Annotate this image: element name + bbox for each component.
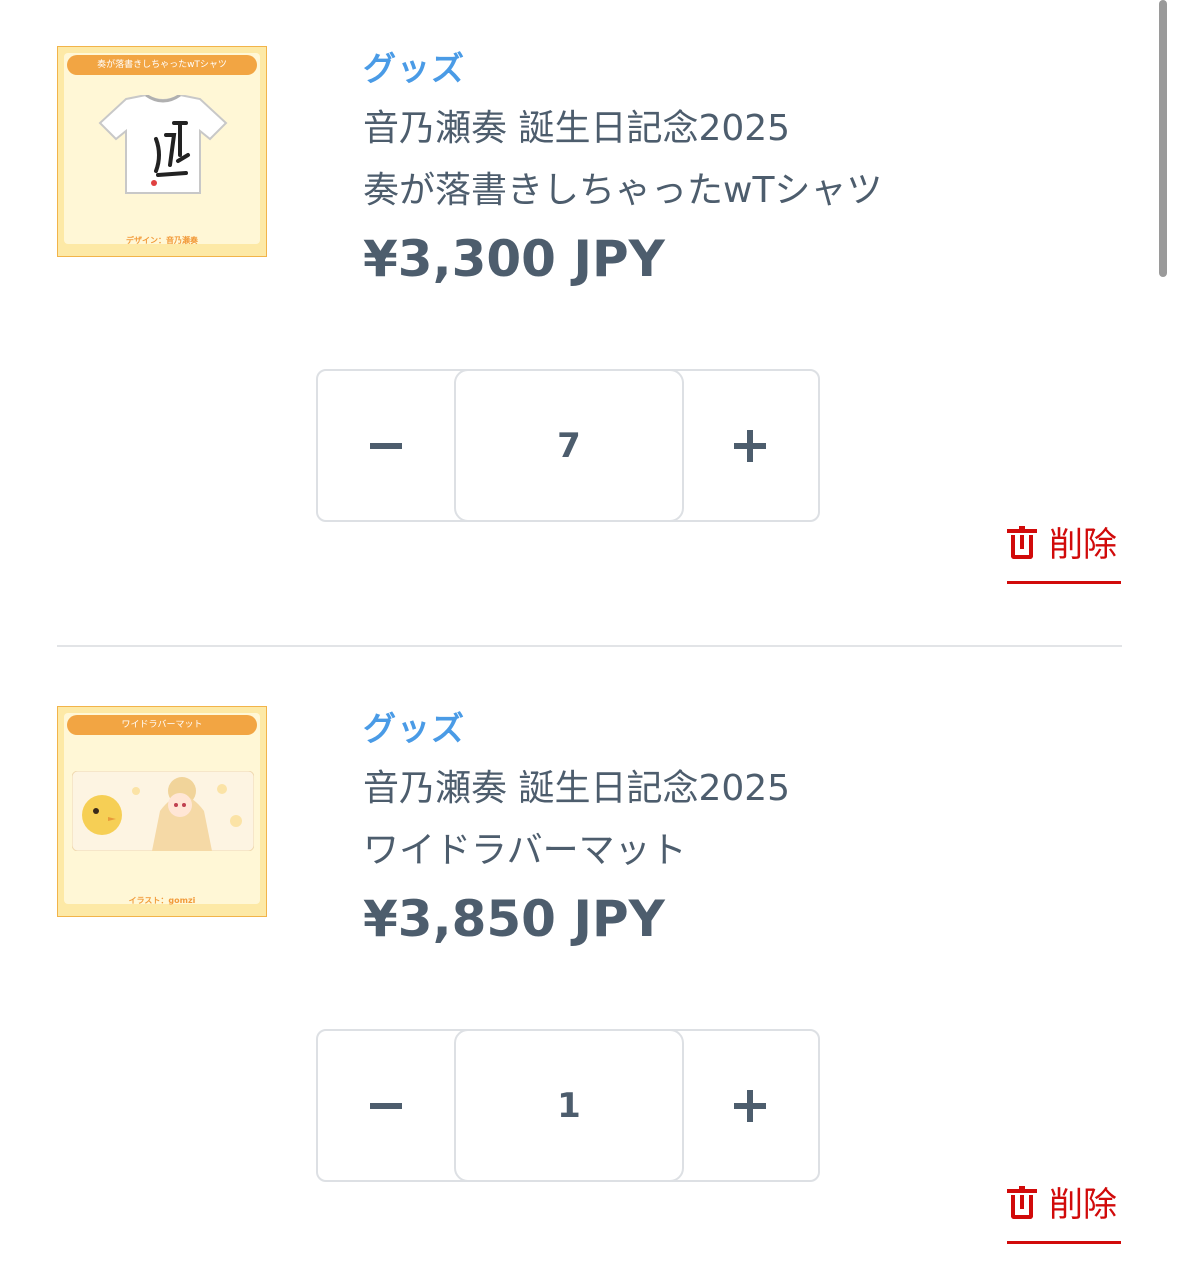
delete-label: 削除	[1049, 525, 1117, 565]
thumbnail-banner: ワイドラバーマット	[67, 715, 257, 735]
delete-button[interactable]: 削除	[1007, 523, 1121, 584]
delete-label: 削除	[1049, 1185, 1117, 1225]
thumbnail-caption: イラスト：gomzi	[128, 896, 196, 905]
product-thumbnail[interactable]: ワイドラバーマット イラスト：gomzi	[57, 706, 267, 917]
product-price: ¥3,850 JPY	[363, 890, 665, 948]
minus-icon	[370, 442, 402, 449]
product-title[interactable]: 音乃瀬奏 誕生日記念2025 ワイドラバーマット	[363, 758, 790, 882]
trash-icon	[1007, 526, 1037, 562]
decrease-quantity-button[interactable]	[318, 1031, 454, 1180]
product-title-line1: 音乃瀬奏 誕生日記念2025	[363, 108, 791, 149]
product-thumbnail[interactable]: 奏が落書きしちゃったwTシャツ デザイン：音乃瀬奏	[57, 46, 267, 257]
product-price: ¥3,300 JPY	[363, 230, 665, 288]
trash-icon	[1007, 1186, 1037, 1222]
product-title-line2: 奏が落書きしちゃったwTシャツ	[363, 170, 883, 211]
quantity-stepper: 1	[316, 1029, 820, 1182]
plus-icon	[734, 1089, 766, 1122]
delete-button[interactable]: 削除	[1007, 1183, 1121, 1244]
product-title-line1: 音乃瀬奏 誕生日記念2025	[363, 768, 791, 809]
quantity-stepper: 7	[316, 369, 820, 522]
thumbnail-banner: 奏が落書きしちゃったwTシャツ	[67, 55, 257, 75]
quantity-input[interactable]: 1	[454, 1029, 684, 1182]
decrease-quantity-button[interactable]	[318, 371, 454, 520]
category-label: グッズ	[363, 49, 465, 88]
thumbnail-caption: デザイン：音乃瀬奏	[126, 236, 198, 245]
product-title-line2: ワイドラバーマット	[363, 830, 687, 871]
quantity-input[interactable]: 7	[454, 369, 684, 522]
rubber-mat-image	[72, 771, 254, 851]
increase-quantity-button[interactable]	[682, 1031, 818, 1180]
plus-icon	[734, 429, 766, 462]
tshirt-image	[98, 95, 228, 194]
scrollbar[interactable]	[1159, 0, 1167, 277]
increase-quantity-button[interactable]	[682, 371, 818, 520]
product-title[interactable]: 音乃瀬奏 誕生日記念2025 奏が落書きしちゃったwTシャツ	[363, 98, 882, 222]
minus-icon	[370, 1102, 402, 1109]
category-label: グッズ	[363, 709, 465, 748]
item-divider	[57, 645, 1122, 647]
